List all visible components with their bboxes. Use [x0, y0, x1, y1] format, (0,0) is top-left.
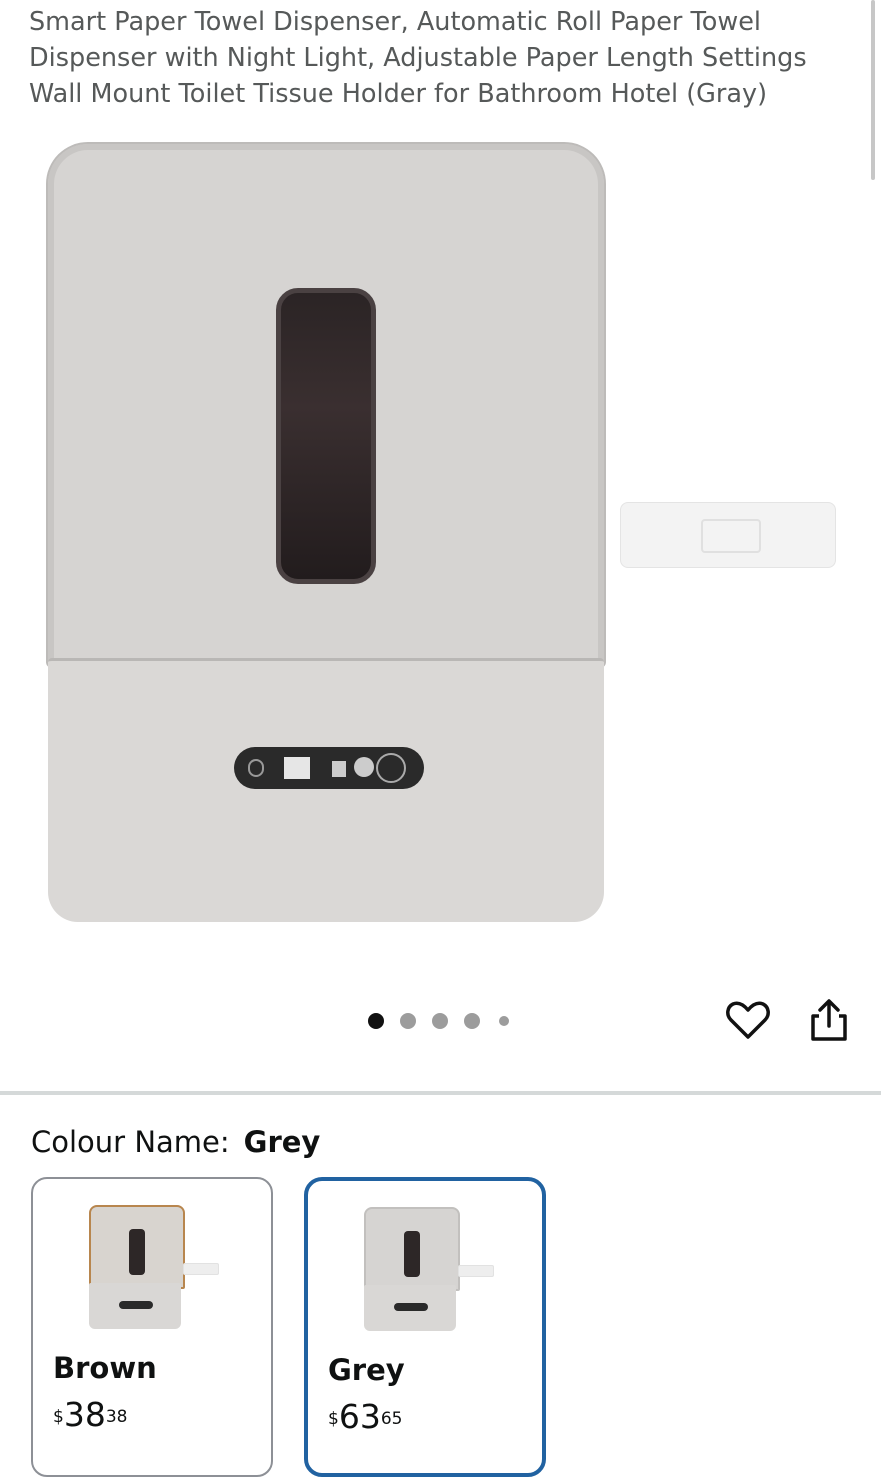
colour-option-name: Brown [53, 1351, 157, 1385]
dispenser-cover [48, 144, 604, 666]
colour-selector-label: Colour Name: Grey [31, 1122, 320, 1162]
thumb-cover [89, 1205, 185, 1289]
price-currency: $ [53, 1407, 64, 1427]
colour-option-brown[interactable]: Brown $3838 [31, 1177, 273, 1477]
light-icon [354, 757, 374, 777]
pagination-dot-2[interactable] [400, 1013, 416, 1029]
indicator-icon [332, 761, 346, 777]
thumb-panel [119, 1301, 153, 1309]
colour-option-thumbnail [87, 1203, 223, 1331]
thumb-window [129, 1229, 145, 1275]
share-button[interactable] [805, 996, 853, 1044]
product-title: Smart Paper Towel Dispenser, Automatic R… [29, 7, 807, 109]
pagination-dot-5[interactable] [499, 1016, 509, 1026]
price-whole: 38 [63, 1395, 106, 1434]
colour-selected-value: Grey [243, 1125, 321, 1159]
colour-option-price: $3838 [53, 1395, 127, 1435]
share-icon [811, 999, 847, 1041]
thumb-window [404, 1231, 420, 1277]
control-panel [234, 747, 424, 789]
thumb-base [364, 1285, 456, 1331]
price-currency: $ [328, 1409, 339, 1429]
dispenser-base [48, 658, 604, 922]
thumb-cover [364, 1207, 460, 1291]
colour-option-thumbnail [362, 1205, 498, 1333]
thumb-base [89, 1283, 181, 1329]
price-fraction: 38 [105, 1407, 128, 1427]
paper-window [276, 288, 376, 584]
pagination-dot-1[interactable] [368, 1013, 384, 1029]
pagination-dot-4[interactable] [464, 1013, 480, 1029]
price-whole: 63 [338, 1397, 381, 1436]
heart-icon [726, 1001, 770, 1039]
power-icon [248, 759, 264, 777]
price-fraction: 65 [380, 1409, 403, 1429]
mounting-plate [620, 502, 836, 568]
thumb-mount [183, 1263, 219, 1275]
product-image[interactable] [0, 130, 881, 980]
section-divider [0, 1091, 881, 1095]
colour-option-name: Grey [328, 1353, 405, 1387]
mounting-clip [701, 519, 761, 553]
colour-option-grey[interactable]: Grey $6365 [304, 1177, 546, 1477]
colour-label: Colour Name: [31, 1125, 230, 1159]
pagination-dot-3[interactable] [432, 1013, 448, 1029]
thumb-panel [394, 1303, 428, 1311]
thumb-mount [458, 1265, 494, 1277]
favorite-button[interactable] [724, 996, 772, 1044]
mode-icon [376, 753, 406, 783]
sensor-icon [284, 757, 310, 779]
colour-option-price: $6365 [328, 1397, 402, 1437]
